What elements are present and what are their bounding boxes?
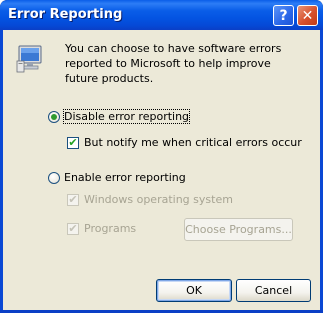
windows-os-checkbox[interactable]: ✔ [67, 193, 79, 206]
error-reporting-dialog: Error Reporting ? ✕ You can choose to ha… [0, 0, 323, 313]
programs-checkbox[interactable]: ✔ [67, 222, 79, 235]
disable-radio-label[interactable]: Disable error reporting [62, 109, 191, 124]
enable-error-reporting-option[interactable]: Enable error reporting [48, 171, 186, 184]
windows-os-label[interactable]: Windows operating system [84, 193, 233, 206]
computer-monitor-icon [16, 45, 42, 73]
title-bar[interactable]: Error Reporting ? ✕ [0, 0, 323, 30]
notify-critical-option[interactable]: ✔ But notify me when critical errors occ… [67, 136, 302, 149]
window-title: Error Reporting [8, 7, 123, 22]
enable-radio-button[interactable] [48, 171, 60, 184]
help-icon: ? [279, 7, 288, 24]
help-button[interactable]: ? [273, 5, 294, 26]
description-text: You can choose to have software errors r… [65, 42, 282, 85]
dialog-body: You can choose to have software errors r… [3, 30, 320, 310]
disable-radio-button[interactable] [48, 110, 60, 123]
windows-os-option[interactable]: ✔ Windows operating system [67, 193, 233, 206]
ok-button[interactable]: OK [156, 279, 232, 302]
close-icon: ✕ [301, 7, 314, 24]
enable-radio-label[interactable]: Enable error reporting [64, 171, 186, 184]
cancel-button[interactable]: Cancel [236, 279, 311, 302]
notify-checkbox[interactable]: ✔ [67, 136, 79, 149]
programs-label[interactable]: Programs [84, 222, 136, 235]
programs-option[interactable]: ✔ Programs [67, 222, 136, 235]
close-button[interactable]: ✕ [297, 5, 318, 26]
disable-error-reporting-option[interactable]: Disable error reporting [48, 109, 191, 124]
notify-checkbox-label[interactable]: But notify me when critical errors occur [84, 136, 302, 149]
choose-programs-button[interactable]: Choose Programs... [184, 218, 293, 241]
